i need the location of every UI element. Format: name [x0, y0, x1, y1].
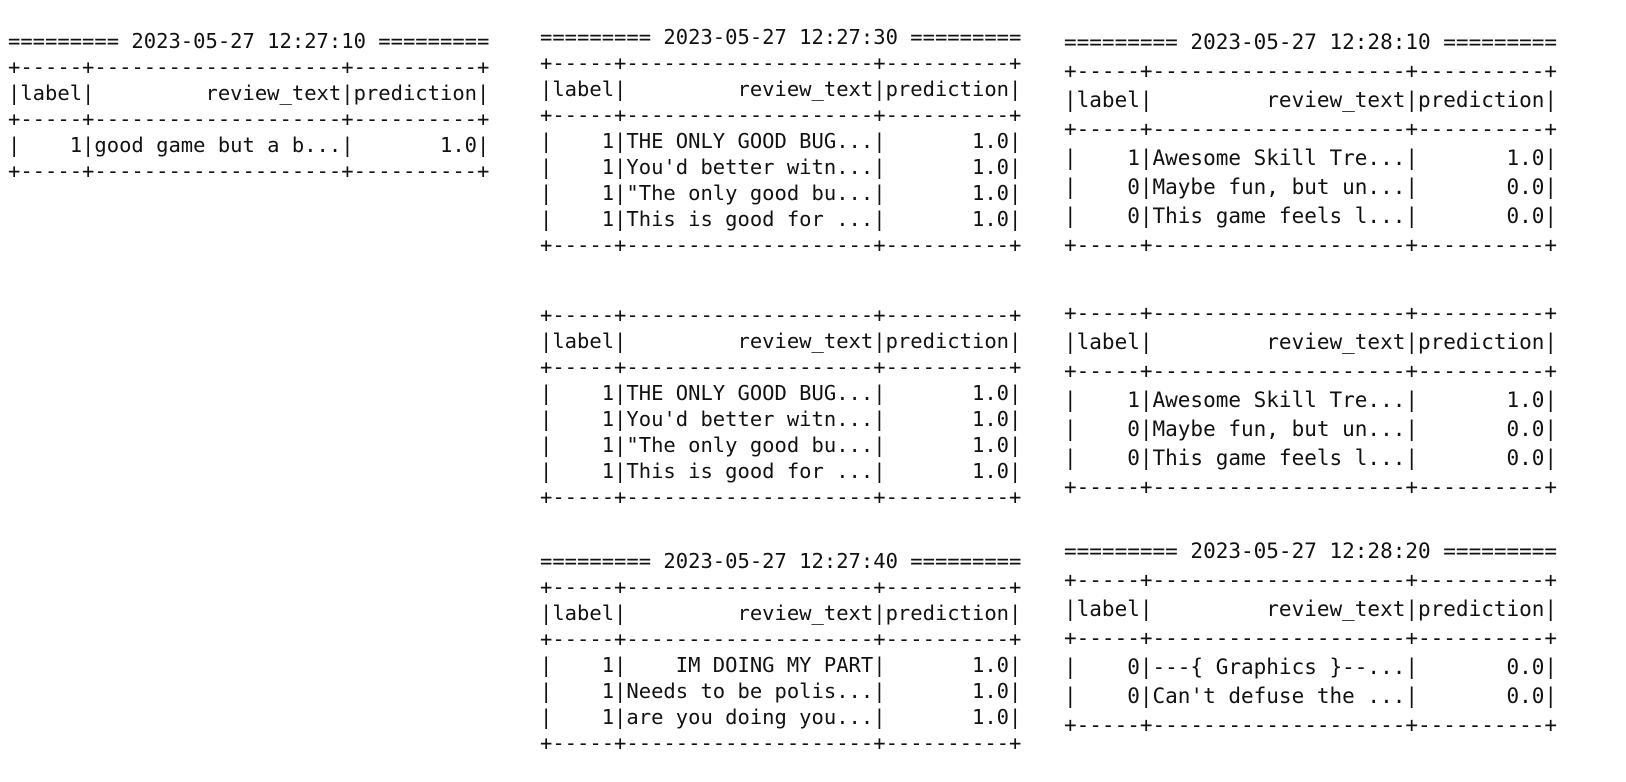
table-row: | 1|Awesome Skill Tre...| 1.0|	[1064, 146, 1558, 170]
batch-header: ========= 2023-05-27 12:28:10 =========	[1064, 30, 1558, 54]
table-border: +-----+--------------------+----------+	[1064, 233, 1558, 257]
table-header-row: |label| review_text|prediction|	[540, 601, 1022, 625]
table-border: +-----+--------------------+----------+	[1064, 713, 1558, 737]
batch-header: ========= 2023-05-27 12:27:40 =========	[540, 549, 1022, 573]
table-row: | 0|---{ Graphics }--...| 0.0|	[1064, 655, 1558, 679]
table-border: +-----+--------------------+----------+	[540, 233, 1022, 257]
table-row: | 1|"The only good bu...| 1.0|	[540, 181, 1022, 205]
table-border: +-----+--------------------+----------+	[1064, 626, 1558, 650]
table-header-row: |label| review_text|prediction|	[540, 329, 1022, 353]
table-header-row: |label| review_text|prediction|	[8, 81, 490, 105]
table-row: | 1|Needs to be polis...| 1.0|	[540, 679, 1022, 703]
table-header-row: |label| review_text|prediction|	[1064, 88, 1558, 112]
batch-output-repeat-12-27-30: +-----+--------------------+----------+ |…	[540, 302, 1021, 510]
table-row: | 0|This game feels l...| 0.0|	[1064, 204, 1558, 228]
batch-output-12-27-10: ========= 2023-05-27 12:27:10 ========= +…	[8, 28, 489, 184]
table-border: +-----+--------------------+----------+	[1064, 475, 1558, 499]
table-row: | 1|You'd better witn...| 1.0|	[540, 407, 1022, 431]
table-row: | 1|Awesome Skill Tre...| 1.0|	[1064, 388, 1558, 412]
table-row: | 0|Can't defuse the ...| 0.0|	[1064, 684, 1558, 708]
table-border: +-----+--------------------+----------+	[540, 103, 1022, 127]
batch-output-12-28-20: ========= 2023-05-27 12:28:20 ========= +…	[1064, 537, 1557, 740]
table-row: | 1|This is good for ...| 1.0|	[540, 207, 1022, 231]
table-border: +-----+--------------------+----------+	[540, 627, 1022, 651]
table-row: | 1|are you doing you...| 1.0|	[540, 705, 1022, 729]
table-border: +-----+--------------------+----------+	[540, 303, 1022, 327]
batch-header: ========= 2023-05-27 12:27:30 =========	[540, 25, 1022, 49]
table-row: | 1|good game but a b...| 1.0|	[8, 133, 490, 157]
table-row: | 1|This is good for ...| 1.0|	[540, 459, 1022, 483]
table-border: +-----+--------------------+----------+	[540, 485, 1022, 509]
table-border: +-----+--------------------+----------+	[1064, 59, 1558, 83]
batch-header: ========= 2023-05-27 12:27:10 =========	[8, 29, 490, 53]
batch-output-repeat-12-28-10: +-----+--------------------+----------+ |…	[1064, 299, 1557, 502]
table-border: +-----+--------------------+----------+	[8, 159, 490, 183]
table-border: +-----+--------------------+----------+	[1064, 117, 1558, 141]
table-header-row: |label| review_text|prediction|	[540, 77, 1022, 101]
table-border: +-----+--------------------+----------+	[1064, 301, 1558, 325]
table-border: +-----+--------------------+----------+	[540, 731, 1022, 755]
table-border: +-----+--------------------+----------+	[8, 55, 490, 79]
batch-output-12-27-30: ========= 2023-05-27 12:27:30 ========= +…	[540, 24, 1021, 258]
table-row: | 1|"The only good bu...| 1.0|	[540, 433, 1022, 457]
table-border: +-----+--------------------+----------+	[1064, 568, 1558, 592]
table-row: | 0|This game feels l...| 0.0|	[1064, 446, 1558, 470]
table-border: +-----+--------------------+----------+	[540, 575, 1022, 599]
table-row: | 1|You'd better witn...| 1.0|	[540, 155, 1022, 179]
batch-output-12-27-40: ========= 2023-05-27 12:27:40 ========= +…	[540, 548, 1021, 756]
table-row: | 1|THE ONLY GOOD BUG...| 1.0|	[540, 129, 1022, 153]
table-header-row: |label| review_text|prediction|	[1064, 597, 1558, 621]
table-border: +-----+--------------------+----------+	[8, 107, 490, 131]
table-row: | 1| IM DOING MY PART| 1.0|	[540, 653, 1022, 677]
table-header-row: |label| review_text|prediction|	[1064, 330, 1558, 354]
table-border: +-----+--------------------+----------+	[1064, 359, 1558, 383]
table-row: | 0|Maybe fun, but un...| 0.0|	[1064, 417, 1558, 441]
batch-header: ========= 2023-05-27 12:28:20 =========	[1064, 539, 1558, 563]
table-row: | 1|THE ONLY GOOD BUG...| 1.0|	[540, 381, 1022, 405]
table-border: +-----+--------------------+----------+	[540, 51, 1022, 75]
table-border: +-----+--------------------+----------+	[540, 355, 1022, 379]
table-row: | 0|Maybe fun, but un...| 0.0|	[1064, 175, 1558, 199]
batch-output-12-28-10: ========= 2023-05-27 12:28:10 ========= +…	[1064, 28, 1557, 260]
